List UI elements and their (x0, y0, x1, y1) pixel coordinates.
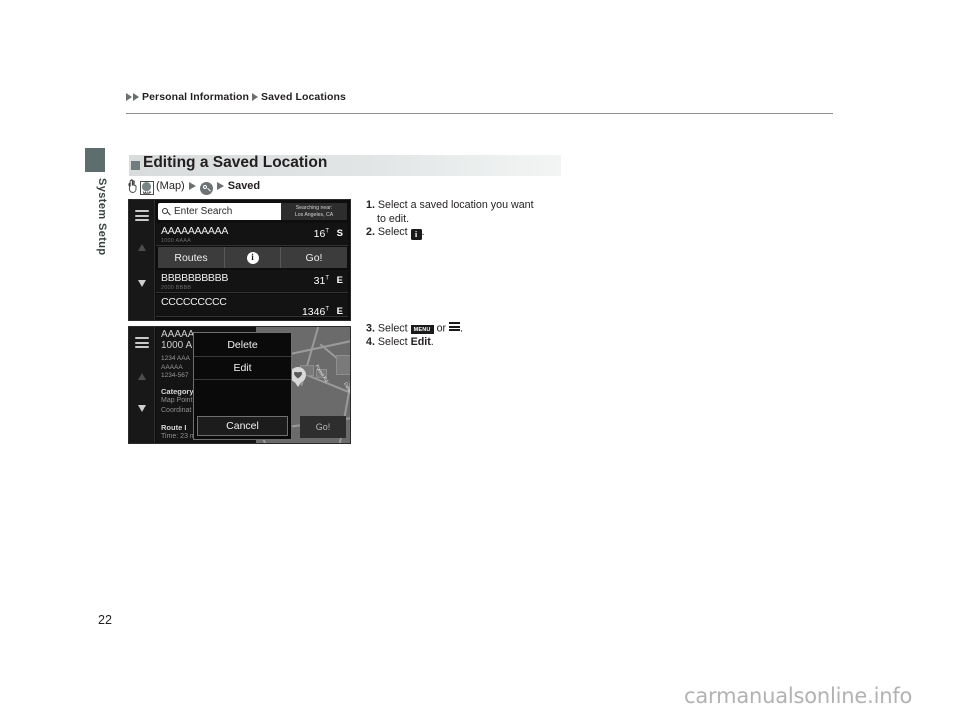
list-item-address: 2000 BBBB (161, 285, 192, 291)
menu-item-edit[interactable]: Edit (194, 357, 291, 380)
scroll-down-icon[interactable] (138, 405, 146, 412)
path-arrow-icon-1 (188, 182, 196, 190)
step-3-number: 3. (366, 322, 375, 335)
scroll-up-icon[interactable] (138, 373, 146, 380)
page-title: Editing a Saved Location (143, 154, 328, 171)
go-button[interactable]: Go! (281, 247, 347, 268)
list-item[interactable]: BBBBBBBBBB 2000 BBBB 31T E (156, 270, 348, 293)
device-sidebar (129, 327, 155, 443)
navigation-path: MAP (Map) Saved (128, 178, 261, 195)
step-4-bold-target: Edit (410, 336, 431, 349)
search-icon (199, 181, 213, 195)
hamburger-icon (449, 322, 461, 333)
menu-button-icon: MENU (410, 324, 434, 335)
step-3-text-after: . (460, 322, 464, 335)
step-3-text-before: Select (377, 322, 411, 335)
scroll-down-icon[interactable] (138, 280, 146, 287)
step-4-number: 4. (366, 336, 375, 349)
hamburger-icon[interactable] (135, 210, 149, 221)
searching-near-value: Los Angeles, CA (294, 212, 334, 218)
selected-item-action-bar: Routes i Go! (158, 247, 347, 268)
page-number: 22 (98, 613, 112, 627)
list-item-direction: E (336, 275, 343, 286)
list-item-direction: E (336, 306, 343, 317)
device-search-row: Enter Search Searching near: Los Angeles… (156, 202, 348, 222)
info-icon: i (410, 228, 422, 240)
routes-button[interactable]: Routes (158, 247, 225, 268)
step-4-text-after: . (430, 336, 434, 349)
list-item[interactable]: CCCCCCCCC 1346T E (156, 294, 348, 318)
search-input-placeholder: Enter Search (174, 206, 233, 217)
section-bullet-icon (131, 161, 140, 170)
hamburger-icon[interactable] (135, 337, 149, 348)
route-info-label: Route I (161, 423, 187, 432)
list-item-name: AAAAAAAAAA (161, 225, 229, 237)
list-item[interactable]: AAAAAAAAAA 1000 AAAA 16T S (156, 223, 348, 246)
steps-group-1: 1. Select a saved location you want to e… (366, 199, 586, 240)
breadcrumb: Personal Information Saved Locations (126, 91, 346, 103)
info-button[interactable]: i (225, 247, 281, 268)
step-1: 1. Select a saved location you want (366, 199, 586, 213)
step-2-text-before: Select (377, 226, 411, 239)
breadcrumb-item-personal-information: Personal Information (142, 91, 250, 103)
search-icon (162, 207, 170, 216)
step-1-text: Select a saved location you want (377, 199, 534, 211)
saved-location-pin-tip-icon (294, 381, 302, 387)
location-address: 1234 AAA AAAAA 1234-567 (161, 355, 190, 379)
watermark: carmanualsonline.info (684, 684, 913, 708)
path-saved-label: Saved (227, 180, 261, 192)
sidebar-chapter-label: System Setup (96, 178, 108, 256)
hand-pointer-icon (128, 179, 137, 193)
scroll-up-icon[interactable] (138, 244, 146, 251)
device-screenshot-location-detail-menu: Forest Rd Dawn Ave AAAAA 1000 A 1234 AAA… (128, 326, 351, 444)
go-button[interactable]: Go! (300, 416, 346, 438)
device-sidebar (129, 200, 155, 320)
step-1-text-continued: to edit. (377, 212, 410, 225)
list-item-distance: 16T (313, 228, 329, 240)
step-2-number: 2. (366, 226, 375, 239)
list-item-direction: S (336, 228, 343, 239)
step-3-text-middle: or (433, 322, 450, 335)
breadcrumb-arrow-icon-3 (252, 93, 259, 101)
path-arrow-icon-2 (216, 182, 224, 190)
coordinates-label: Coordinat (161, 407, 192, 414)
breadcrumb-item-saved-locations: Saved Locations (261, 91, 346, 103)
step-4-text-before: Select (377, 336, 411, 349)
list-item-address: 1000 AAAA (161, 238, 191, 244)
steps-group-2: 3. Select MENU or . 4. Select Edit. (366, 322, 586, 350)
context-menu-dialog: Delete Edit Cancel (193, 332, 292, 440)
searching-near-badge[interactable]: Searching near: Los Angeles, CA (281, 203, 347, 220)
step-1-number: 1. (366, 199, 375, 211)
device-screenshot-search-results: Enter Search Searching near: Los Angeles… (128, 199, 351, 321)
list-item-name: CCCCCCCCC (161, 296, 227, 308)
list-item-distance: 31T (313, 275, 329, 287)
list-item-name: BBBBBBBBBB (161, 272, 229, 284)
info-icon: i (246, 251, 259, 264)
cancel-button[interactable]: Cancel (197, 416, 288, 436)
location-name-line-1: AAAAA (161, 329, 195, 340)
step-2-text-after: . (421, 226, 425, 239)
map-button-icon: MAP (140, 181, 154, 195)
sidebar-chapter-tab (85, 148, 105, 172)
location-name-line-2: 1000 A (161, 340, 193, 351)
header-divider (126, 113, 833, 114)
list-item-distance: 1346T (301, 306, 329, 318)
category-label: Category (161, 387, 194, 396)
breadcrumb-arrow-icon-2 (133, 93, 139, 101)
step-2: 2. Select i. (366, 226, 586, 240)
breadcrumb-arrow-icon (126, 93, 132, 101)
menu-item-delete[interactable]: Delete (194, 334, 291, 357)
category-value: Map Point (161, 397, 193, 404)
path-map-label: (Map) (156, 180, 185, 192)
searching-near-label: Searching near: (295, 205, 333, 211)
step-3: 3. Select MENU or . (366, 322, 586, 336)
step-4: 4. Select Edit. (366, 336, 586, 350)
